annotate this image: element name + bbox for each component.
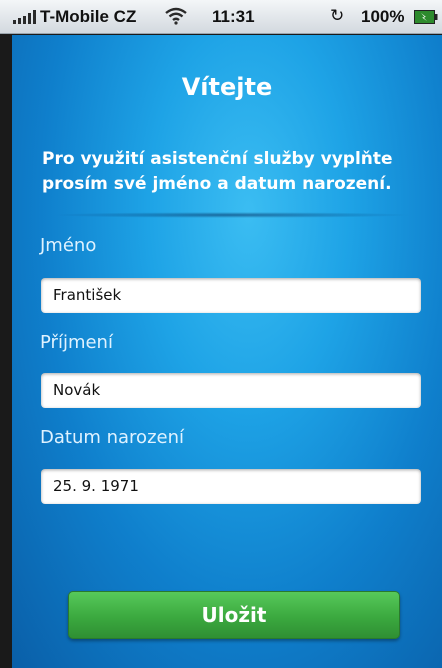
last-name-label: Příjmení — [40, 332, 113, 353]
first-name-label: Jméno — [40, 235, 97, 256]
sync-icon: ↻ — [330, 6, 345, 25]
clock: 11:31 — [212, 7, 255, 26]
welcome-screen: Vítejte Pro využití asistenční služby vy… — [12, 35, 442, 668]
battery-percent: 100% — [361, 7, 405, 26]
phone-frame: T-Mobile CZ 11:31 ↻ 100% Vítejte Pro vyu… — [0, 0, 442, 668]
last-name-field[interactable] — [41, 373, 421, 408]
divider — [52, 212, 412, 218]
status-bar: T-Mobile CZ 11:31 ↻ 100% — [0, 0, 442, 34]
battery-icon — [414, 10, 438, 24]
birth-date-field[interactable] — [41, 469, 421, 504]
save-button[interactable]: Uložit — [68, 591, 400, 639]
birth-date-label: Datum narození — [40, 427, 184, 448]
signal-icon — [13, 10, 37, 24]
intro-text: Pro využití asistenční služby vyplňte pr… — [42, 149, 393, 194]
carrier-name: T-Mobile CZ — [40, 7, 137, 26]
first-name-field[interactable] — [41, 278, 421, 313]
wifi-icon — [165, 7, 187, 25]
page-title: Vítejte — [181, 73, 273, 101]
